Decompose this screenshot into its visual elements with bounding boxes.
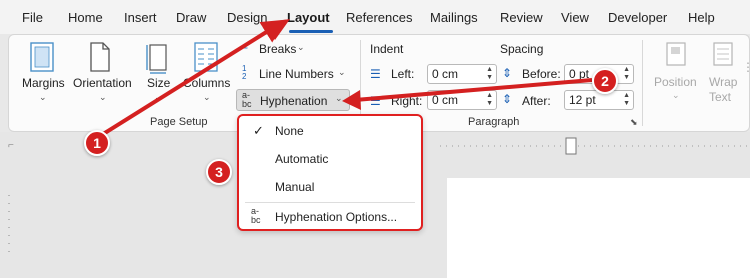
callout-badge-1: 1 xyxy=(84,130,110,156)
callout-badge-2: 2 xyxy=(592,68,618,94)
callout-arrows xyxy=(98,19,593,138)
arrow-to-hyphenation xyxy=(354,78,593,102)
callout-badge-3: 3 xyxy=(206,159,232,185)
arrow-to-layout-tab xyxy=(98,19,287,138)
